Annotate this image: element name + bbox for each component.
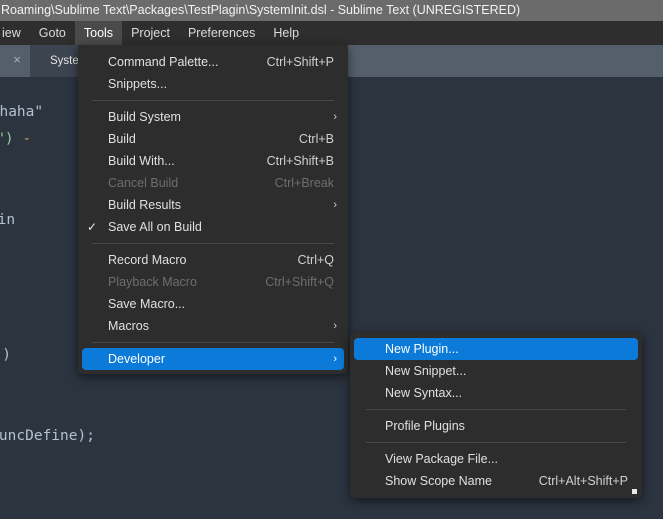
- menu-item-view-package-file[interactable]: View Package File...: [350, 448, 642, 470]
- menu-item-save-macro[interactable]: Save Macro...: [78, 293, 348, 315]
- menu-item-label: Build System: [108, 110, 181, 124]
- menu-item-playback-macro: Playback Macro Ctrl+Shift+Q: [78, 271, 348, 293]
- code-line: aha") -: [0, 126, 31, 153]
- code-token: aha"): [0, 131, 14, 147]
- menu-item-profile-plugins[interactable]: Profile Plugins: [350, 415, 642, 437]
- code-token: estFuncDefine);: [0, 428, 95, 444]
- menubar-item-help[interactable]: Help: [264, 21, 308, 45]
- close-icon[interactable]: ×: [10, 53, 24, 67]
- menu-item-save-all-on-build[interactable]: ✓ Save All on Build: [78, 216, 348, 238]
- menu-item-label: Playback Macro: [108, 275, 197, 289]
- menu-separator: [92, 100, 334, 101]
- resize-grip[interactable]: [632, 489, 637, 494]
- menu-item-new-syntax[interactable]: New Syntax...: [350, 382, 642, 404]
- developer-submenu: New Plugin... New Snippet... New Syntax...…: [350, 332, 642, 498]
- menu-separator: [92, 342, 334, 343]
- menu-item-cancel-build: Cancel Build Ctrl+Break: [78, 172, 348, 194]
- menu-separator: [366, 409, 626, 410]
- menu-item-label: New Syntax...: [385, 386, 463, 400]
- menu-item-label: View Package File...: [385, 452, 499, 466]
- menubar-item-preferences[interactable]: Preferences: [179, 21, 264, 45]
- menubar-item-iew[interactable]: iew: [0, 21, 30, 45]
- menu-item-label: Macros: [108, 319, 149, 333]
- menu-item-label: Developer: [108, 352, 165, 366]
- chevron-right-icon: ›: [333, 353, 337, 365]
- tools-dropdown-menu: Command Palette... Ctrl+Shift+P Snippets..…: [78, 45, 348, 374]
- code-token: -: [13, 131, 32, 147]
- chevron-right-icon: ›: [333, 199, 337, 211]
- menu-item-developer[interactable]: Developer ›: [82, 348, 344, 370]
- chevron-right-icon: ›: [333, 111, 337, 123]
- code-token: ("haha": [0, 104, 44, 120]
- menu-item-label: Save Macro...: [108, 297, 186, 311]
- code-line: ("haha": [0, 99, 43, 126]
- menu-item-shortcut: Ctrl+Break: [274, 176, 334, 190]
- checkmark-icon: ✓: [87, 220, 98, 234]
- menu-item-label: Build With...: [108, 154, 175, 168]
- menu-item-label: Build: [108, 132, 136, 146]
- menu-item-show-scope-name[interactable]: Show Scope Name Ctrl+Alt+Shift+P: [350, 470, 642, 492]
- menu-item-label: New Plugin...: [385, 342, 459, 356]
- window-titlebar: Roaming\Sublime Text\Packages\TestPlagin…: [0, 0, 663, 21]
- code-line: ncDefin: [0, 207, 15, 234]
- menu-item-new-plugin[interactable]: New Plugin...: [354, 338, 638, 360]
- menu-item-new-snippet[interactable]: New Snippet...: [350, 360, 642, 382]
- menubar-item-goto[interactable]: Goto: [30, 21, 75, 45]
- chevron-right-icon: ›: [333, 320, 337, 332]
- menu-item-shortcut: Ctrl+B: [298, 132, 334, 146]
- menu-item-record-macro[interactable]: Record Macro Ctrl+Q: [78, 249, 348, 271]
- menu-item-label: Build Results: [108, 198, 181, 212]
- menu-separator: [366, 442, 626, 443]
- code-token: ncDefin: [0, 212, 16, 228]
- code-line: nc(): [0, 342, 11, 369]
- menu-item-label: Profile Plugins: [385, 419, 465, 433]
- menu-item-build-with[interactable]: Build With... Ctrl+Shift+B: [78, 150, 348, 172]
- menubar-item-project[interactable]: Project: [122, 21, 179, 45]
- sublime-text-window: Roaming\Sublime Text\Packages\TestPlagin…: [0, 0, 663, 519]
- code-line: estFuncDefine);: [0, 423, 95, 450]
- menu-item-shortcut: Ctrl+Shift+B: [266, 154, 334, 168]
- menu-item-build-system[interactable]: Build System ›: [78, 106, 348, 128]
- menu-separator: [92, 243, 334, 244]
- menu-item-macros[interactable]: Macros ›: [78, 315, 348, 337]
- menu-item-label: Show Scope Name: [385, 474, 493, 488]
- menu-item-build[interactable]: Build Ctrl+B: [78, 128, 348, 150]
- menu-item-snippets[interactable]: Snippets...: [78, 73, 348, 95]
- menu-item-label: Snippets...: [108, 77, 168, 91]
- menu-item-label: Cancel Build: [108, 176, 179, 190]
- menu-item-shortcut: Ctrl+Shift+P: [266, 55, 334, 69]
- menubar-item-tools[interactable]: Tools: [74, 21, 123, 45]
- menu-item-shortcut: Ctrl+Alt+Shift+P: [538, 474, 628, 488]
- code-token: nc(): [0, 347, 11, 363]
- menu-item-label: Save All on Build: [108, 220, 202, 234]
- menu-item-label: New Snippet...: [385, 364, 467, 378]
- menu-item-command-palette[interactable]: Command Palette... Ctrl+Shift+P: [78, 51, 348, 73]
- menu-bar: iew Goto Tools Project Preferences Help: [0, 21, 663, 45]
- menu-item-shortcut: Ctrl+Q: [297, 253, 334, 267]
- menu-item-label: Record Macro: [108, 253, 187, 267]
- menu-item-label: Command Palette...: [108, 55, 219, 69]
- menu-item-build-results[interactable]: Build Results ›: [78, 194, 348, 216]
- menu-item-shortcut: Ctrl+Shift+Q: [265, 275, 334, 289]
